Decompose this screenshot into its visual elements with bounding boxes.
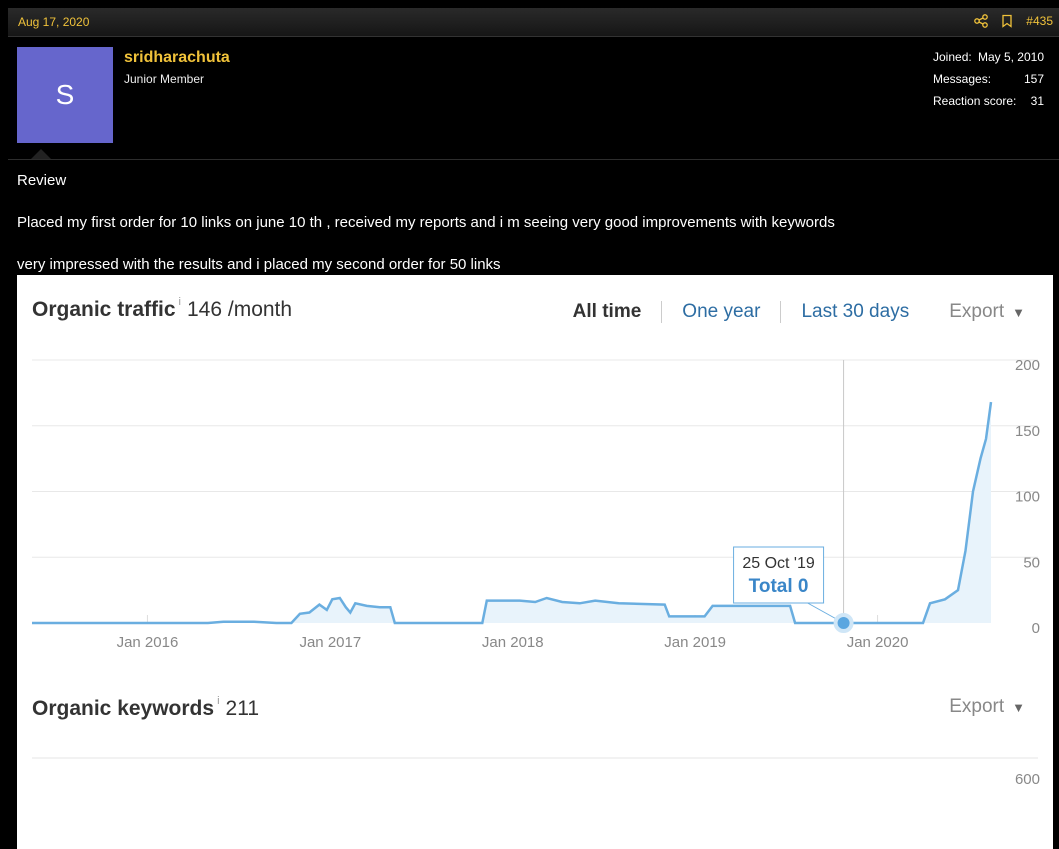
stat-value: 31 bbox=[1030, 94, 1044, 108]
screenshot-panel: Organic traffic i 146 /month All time One … bbox=[17, 275, 1053, 849]
keywords-header: Organic keywords i 211 bbox=[32, 695, 260, 721]
export-label: Export bbox=[949, 696, 1005, 717]
share-icon[interactable] bbox=[974, 14, 989, 28]
post-number[interactable]: #435 bbox=[1026, 14, 1053, 28]
message-line-1: Placed my first order for 10 links on ju… bbox=[17, 214, 835, 231]
y-tick-label: 100 bbox=[1015, 489, 1040, 506]
user-title: Junior Member bbox=[124, 72, 205, 86]
y-tick-label: 50 bbox=[1023, 554, 1040, 571]
post-date[interactable]: Aug 17, 2020 bbox=[18, 15, 89, 29]
message-heading: Review bbox=[17, 172, 67, 189]
tooltip-total: Total 0 bbox=[749, 576, 809, 597]
keywords-title: Organic keywords bbox=[32, 697, 215, 720]
y-tick-label: 0 bbox=[1032, 620, 1040, 637]
bookmark-icon[interactable] bbox=[1000, 14, 1014, 28]
keywords-value: 211 bbox=[225, 697, 260, 720]
caret-down-icon: ▼ bbox=[1012, 700, 1025, 715]
x-tick-label: Jan 2016 bbox=[117, 634, 179, 651]
post-divider bbox=[8, 159, 1059, 160]
keywords-export-button[interactable]: Export ▼ bbox=[949, 696, 1025, 718]
hover-point bbox=[833, 613, 854, 633]
stat-label: Joined: bbox=[933, 50, 972, 64]
stat-joined: Joined: May 5, 2010 bbox=[933, 50, 1044, 72]
stat-messages: Messages: 157 bbox=[933, 72, 1044, 94]
tooltip-date: 25 Oct '19 bbox=[742, 555, 815, 572]
chart-gridlines bbox=[32, 359, 1038, 558]
stat-label: Messages: bbox=[933, 72, 992, 86]
post-header: Aug 17, 2020 #435 bbox=[8, 8, 1059, 37]
x-tick-label: Jan 2017 bbox=[299, 634, 361, 651]
chart-y-ticks: 0 50 100 150 200 bbox=[1015, 357, 1040, 637]
post-tools: #435 bbox=[974, 14, 1053, 28]
avatar-pointer bbox=[31, 149, 51, 159]
x-tick-label: Jan 2020 bbox=[847, 634, 909, 651]
x-tick-label: Jan 2019 bbox=[664, 634, 726, 651]
y-tick-label: 200 bbox=[1015, 357, 1040, 374]
keywords-y-tick: 600 bbox=[1015, 771, 1040, 788]
username[interactable]: sridharachuta bbox=[124, 49, 230, 67]
stat-value: 157 bbox=[1023, 72, 1044, 86]
y-tick-label: 150 bbox=[1015, 423, 1040, 440]
traffic-chart: 0 50 100 150 200 Jan 2016 Jan 2017 Jan 2018 Jan… bbox=[32, 357, 1040, 788]
stat-value: May 5, 2010 bbox=[977, 50, 1044, 64]
message-line-2: very impressed with the results and i pl… bbox=[17, 256, 501, 273]
x-tick-label: Jan 2018 bbox=[482, 634, 544, 651]
stat-label: Reaction score: bbox=[933, 94, 1017, 108]
info-icon[interactable]: i bbox=[217, 695, 219, 707]
stat-reaction-score: Reaction score: 31 bbox=[933, 94, 1044, 116]
traffic-line bbox=[32, 401, 993, 625]
traffic-area bbox=[32, 402, 991, 623]
avatar[interactable]: S bbox=[17, 47, 113, 143]
user-stats: Joined: May 5, 2010 Messages: 157 Reacti… bbox=[933, 50, 1044, 116]
avatar-letter: S bbox=[55, 79, 75, 110]
